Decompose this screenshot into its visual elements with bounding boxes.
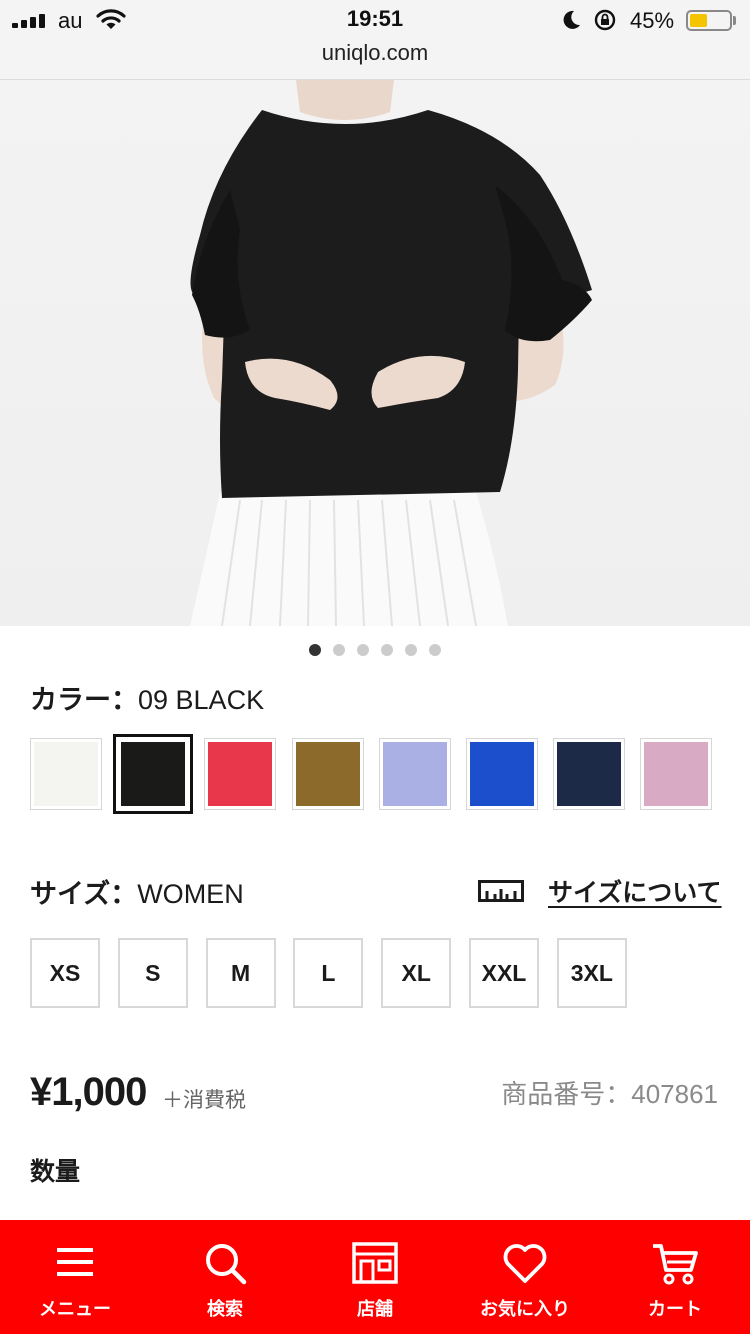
moon-icon: [563, 10, 580, 29]
battery-icon: [686, 10, 732, 31]
nav-search-label: 検索: [207, 1299, 243, 1319]
product-image[interactable]: [0, 80, 750, 626]
nav-favorites-label: お気に入り: [480, 1299, 570, 1319]
color-swatches: [30, 734, 730, 814]
bottom-nav: メニュー 検索 店舗 お気に入り カート: [0, 1220, 750, 1334]
color-swatch-fill: [470, 742, 534, 806]
color-swatch-fill: [34, 742, 98, 806]
size-option-m[interactable]: M: [205, 938, 276, 1008]
color-swatch-olive-brown[interactable]: [291, 738, 364, 810]
menu-icon: [57, 1248, 93, 1276]
tax-note: ＋消費税: [162, 1089, 246, 1112]
store-icon: [352, 1242, 398, 1284]
color-swatch-red[interactable]: [204, 738, 277, 810]
search-icon: [206, 1244, 247, 1285]
price: ¥1,000: [30, 1070, 147, 1114]
color-value: 09 BLACK: [138, 685, 265, 715]
color-swatch-fill: [557, 742, 622, 806]
color-swatch-fill: [208, 742, 273, 806]
color-swatch-fill: [382, 742, 447, 806]
size-option-xl[interactable]: XL: [381, 938, 452, 1008]
size-option-3xl[interactable]: 3XL: [556, 938, 627, 1008]
carousel-dot[interactable]: [405, 644, 417, 656]
color-label-row: カラー：09 BLACK: [30, 678, 264, 717]
size-option-xxl[interactable]: XXL: [469, 938, 539, 1008]
color-swatch-pink[interactable]: [640, 738, 713, 810]
battery-tip: [733, 16, 736, 25]
ruler-icon: [478, 880, 524, 902]
nav-store-label: 店舗: [357, 1299, 393, 1319]
size-options: XS S M L XL XXL 3XL: [30, 938, 730, 1008]
nav-store[interactable]: 店舗: [300, 1220, 450, 1334]
carousel-dot[interactable]: [381, 644, 393, 656]
color-swatch-white[interactable]: [30, 738, 102, 810]
nav-cart[interactable]: カート: [600, 1220, 750, 1334]
size-label: サイズ：: [30, 879, 138, 909]
carousel-dot[interactable]: [357, 644, 369, 656]
carousel-dot[interactable]: [309, 644, 321, 656]
nav-cart-label: カート: [648, 1299, 702, 1319]
quantity-label: 数量: [30, 1158, 81, 1186]
cart-icon: [653, 1244, 698, 1285]
status-bar: au 19:51 uniqlo.com 45%: [0, 0, 750, 80]
size-option-l[interactable]: L: [293, 938, 364, 1008]
color-label: カラー：: [30, 685, 138, 715]
nav-favorites[interactable]: お気に入り: [450, 1220, 600, 1334]
carousel-dot[interactable]: [429, 644, 441, 656]
color-swatch-fill: [295, 742, 360, 806]
color-swatch-fill: [644, 742, 709, 806]
nav-menu[interactable]: メニュー: [0, 1220, 150, 1334]
size-option-xs[interactable]: XS: [30, 938, 100, 1008]
color-swatch-navy[interactable]: [553, 738, 626, 810]
color-swatch-lavender[interactable]: [378, 738, 451, 810]
nav-menu-label: メニュー: [39, 1299, 111, 1319]
size-value: WOMEN: [137, 879, 244, 909]
orientation-lock-icon: [594, 9, 616, 31]
address-bar-url[interactable]: uniqlo.com: [0, 40, 750, 66]
size-guide-link[interactable]: サイズについて: [548, 873, 722, 909]
carousel-dot[interactable]: [333, 644, 345, 656]
nav-search[interactable]: 検索: [150, 1220, 300, 1334]
size-option-s[interactable]: S: [117, 938, 188, 1008]
product-code: 商品番号：407861: [501, 1079, 718, 1109]
size-guide[interactable]: サイズについて: [478, 870, 722, 910]
size-label-row: サイズ：WOMEN: [30, 872, 244, 911]
battery-percent: 45%: [630, 8, 675, 33]
color-swatch-black[interactable]: [113, 734, 194, 814]
carousel-dots[interactable]: [0, 644, 750, 656]
model-photo: [190, 80, 592, 626]
color-swatch-blue[interactable]: [466, 738, 538, 810]
color-swatch-fill: [121, 742, 186, 806]
heart-icon: [503, 1244, 547, 1283]
